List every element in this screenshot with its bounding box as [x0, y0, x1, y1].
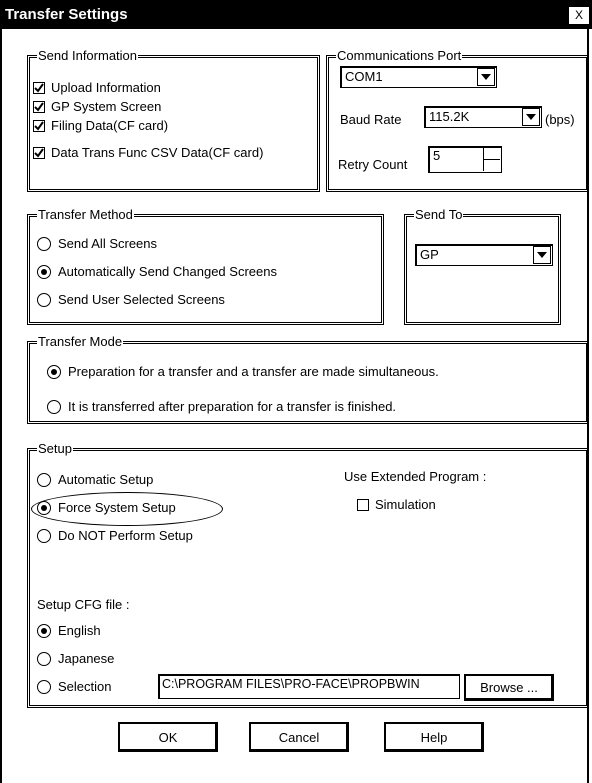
auto-send-changed-label: Automatically Send Changed Screens	[58, 264, 277, 279]
radio-send-user-selected[interactable]: Send User Selected Screens	[37, 292, 225, 307]
send-to-group: Send To	[404, 207, 561, 325]
radio-icon	[37, 500, 51, 515]
retry-count-stepper[interactable]: 5	[428, 146, 502, 173]
send-to-select[interactable]: GP	[415, 244, 553, 266]
checkbox-icon	[33, 81, 45, 94]
do-not-perform-setup-label: Do NOT Perform Setup	[58, 528, 193, 543]
checkbox-gp-system-screen[interactable]: GP System Screen	[33, 99, 161, 114]
radio-automatic-setup[interactable]: Automatic Setup	[37, 472, 153, 487]
help-button[interactable]: Help	[384, 722, 484, 752]
selection-label: Selection	[58, 679, 112, 694]
radio-simultaneous-transfer[interactable]: Preparation for a transfer and a transfe…	[47, 364, 439, 379]
radio-icon	[47, 364, 61, 379]
send-to-value: GP	[420, 247, 439, 262]
chevron-down-icon[interactable]	[477, 68, 495, 86]
send-information-legend: Send Information	[37, 48, 139, 64]
japanese-label: Japanese	[58, 651, 115, 666]
chevron-down-icon[interactable]	[533, 246, 551, 264]
radio-icon	[37, 472, 51, 487]
force-system-setup-label: Force System Setup	[58, 500, 176, 515]
browse-button[interactable]: Browse ...	[464, 674, 554, 701]
radio-transfer-after-prep[interactable]: It is transferred after preparation for …	[47, 399, 396, 414]
radio-icon	[37, 623, 51, 638]
radio-icon	[37, 264, 51, 279]
radio-english[interactable]: English	[37, 623, 101, 638]
port-value: COM1	[345, 69, 383, 84]
simultaneous-transfer-label: Preparation for a transfer and a transfe…	[68, 364, 439, 379]
retry-count-label: Retry Count	[338, 157, 408, 172]
spin-up-button[interactable]	[484, 148, 500, 160]
spin-down-button[interactable]	[484, 160, 500, 171]
chevron-down-icon[interactable]	[522, 108, 540, 126]
transfer-after-prep-label: It is transferred after preparation for …	[68, 399, 397, 414]
radio-icon	[37, 528, 51, 543]
setup-cfg-label: Setup CFG file :	[37, 597, 130, 612]
baud-rate-value: 115.2K	[429, 109, 470, 124]
cfg-path-field[interactable]: C:\PROGRAM FILES\PRO-FACE\PROPBWIN	[158, 674, 460, 699]
extended-program-label: Use Extended Program :	[344, 469, 487, 484]
radio-auto-send-changed[interactable]: Automatically Send Changed Screens	[37, 264, 277, 279]
window-title: Transfer Settings	[5, 6, 128, 23]
ok-button[interactable]: OK	[118, 722, 218, 752]
checkbox-simulation[interactable]: Simulation	[357, 497, 436, 512]
radio-selection[interactable]: Selection	[37, 679, 111, 694]
gp-system-screen-label: GP System Screen	[51, 99, 162, 114]
filing-data-label: Filing Data(CF card)	[51, 118, 169, 133]
radio-icon	[37, 651, 51, 666]
transfer-method-legend: Transfer Method	[37, 207, 134, 223]
send-to-legend: Send To	[414, 207, 464, 223]
checkbox-data-trans-func[interactable]: Data Trans Func CSV Data(CF card)	[33, 145, 263, 160]
simulation-label: Simulation	[375, 497, 436, 512]
baud-rate-select[interactable]: 115.2K	[424, 106, 542, 128]
checkbox-filing-data[interactable]: Filing Data(CF card)	[33, 118, 168, 133]
radio-send-all-screens[interactable]: Send All Screens	[37, 236, 157, 251]
radio-icon	[37, 236, 51, 251]
upload-information-label: Upload Information	[51, 80, 161, 95]
checkbox-icon	[33, 100, 45, 113]
checkbox-icon	[33, 146, 45, 159]
checkbox-icon	[33, 119, 45, 132]
data-trans-func-label: Data Trans Func CSV Data(CF card)	[51, 145, 264, 160]
close-button[interactable]: X	[568, 6, 590, 25]
setup-group: Setup	[27, 441, 589, 708]
setup-legend: Setup	[37, 441, 73, 457]
transfer-mode-legend: Transfer Mode	[37, 334, 124, 350]
radio-icon	[37, 679, 51, 694]
baud-rate-label: Baud Rate	[340, 112, 402, 127]
radio-do-not-perform-setup[interactable]: Do NOT Perform Setup	[37, 528, 193, 543]
automatic-setup-label: Automatic Setup	[58, 472, 154, 487]
send-all-screens-label: Send All Screens	[58, 236, 158, 251]
radio-icon	[37, 292, 51, 307]
send-user-selected-label: Send User Selected Screens	[58, 292, 225, 307]
communications-port-legend: Communications Port	[336, 48, 463, 64]
radio-force-system-setup[interactable]: Force System Setup	[37, 500, 176, 515]
retry-count-value: 5	[433, 148, 441, 163]
baud-unit-label: (bps)	[545, 112, 575, 127]
checkbox-upload-information[interactable]: Upload Information	[33, 80, 161, 95]
cancel-button[interactable]: Cancel	[249, 722, 349, 752]
checkbox-icon	[357, 498, 369, 511]
english-label: English	[58, 623, 101, 638]
port-select[interactable]: COM1	[340, 66, 497, 88]
radio-japanese[interactable]: Japanese	[37, 651, 114, 666]
radio-icon	[47, 399, 61, 414]
